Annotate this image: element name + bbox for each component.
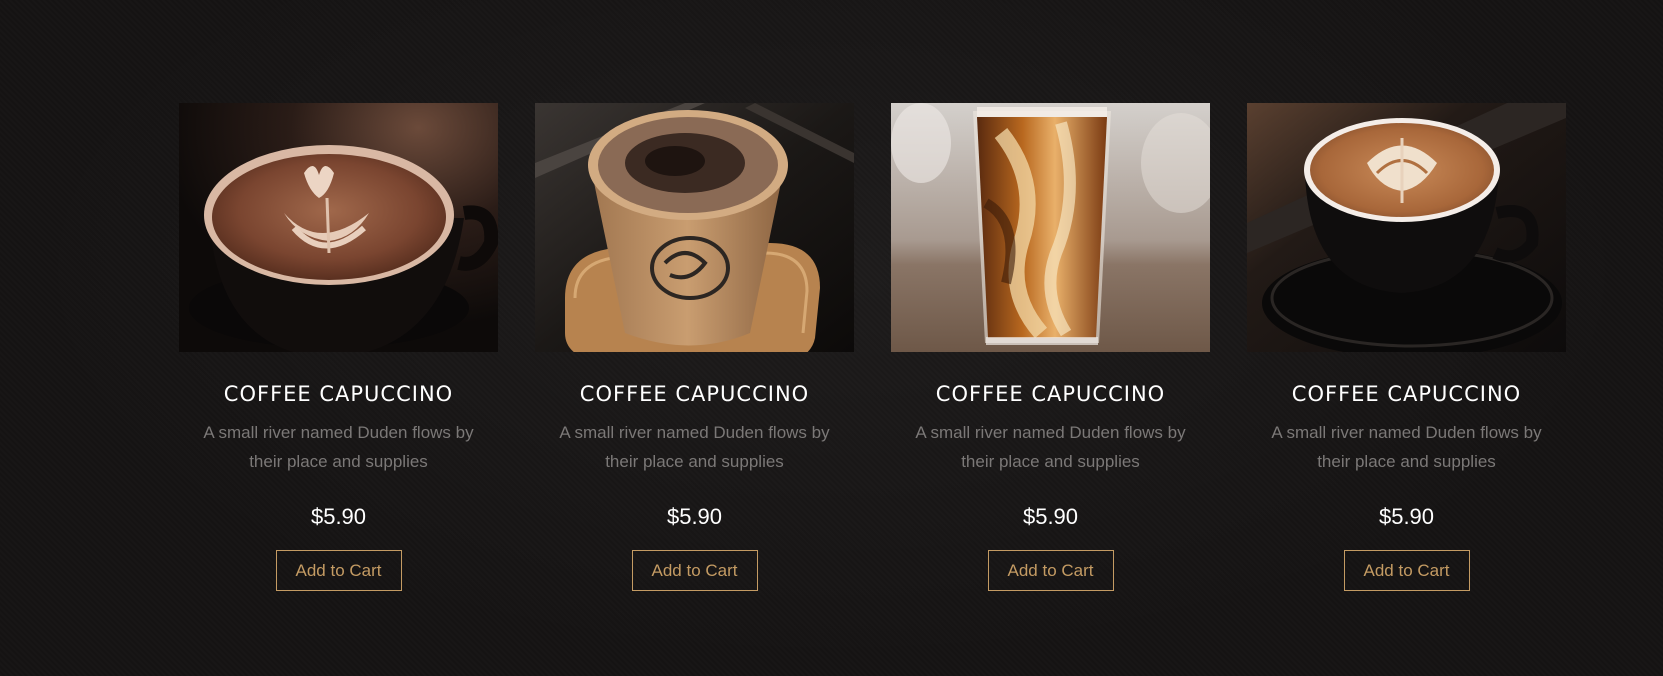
product-price: $5.90 (1022, 504, 1079, 529)
product-description: A small river named Duden flows by their… (203, 423, 474, 471)
product-price: $5.90 (666, 504, 723, 529)
product-card: COFFEE CAPUCCINO A small river named Dud… (891, 103, 1210, 591)
add-to-cart-button[interactable]: Add to Cart (1343, 550, 1470, 591)
product-price: $5.90 (1378, 504, 1435, 529)
product-description: A small river named Duden flows by their… (1271, 423, 1542, 471)
product-description: A small river named Duden flows by their… (915, 423, 1186, 471)
product-image-latte-heart[interactable] (179, 103, 498, 352)
product-price: $5.90 (310, 504, 367, 529)
product-title: COFFEE CAPUCCINO (579, 382, 810, 406)
add-to-cart-button[interactable]: Add to Cart (631, 550, 758, 591)
product-title: COFFEE CAPUCCINO (223, 382, 454, 406)
product-grid: COFFEE CAPUCCINO A small river named Dud… (179, 103, 1566, 591)
product-card: COFFEE CAPUCCINO A small river named Dud… (179, 103, 498, 591)
product-title: COFFEE CAPUCCINO (1291, 382, 1522, 406)
product-image-paper-cup[interactable] (535, 103, 854, 352)
product-card: COFFEE CAPUCCINO A small river named Dud… (1247, 103, 1566, 591)
product-description: A small river named Duden flows by their… (559, 423, 830, 471)
add-to-cart-button[interactable]: Add to Cart (987, 550, 1114, 591)
product-image-iced-coffee[interactable] (891, 103, 1210, 352)
add-to-cart-button[interactable]: Add to Cart (275, 550, 402, 591)
product-title: COFFEE CAPUCCINO (935, 382, 1166, 406)
product-card: COFFEE CAPUCCINO A small river named Dud… (535, 103, 854, 591)
product-image-latte-black-cup[interactable] (1247, 103, 1566, 352)
